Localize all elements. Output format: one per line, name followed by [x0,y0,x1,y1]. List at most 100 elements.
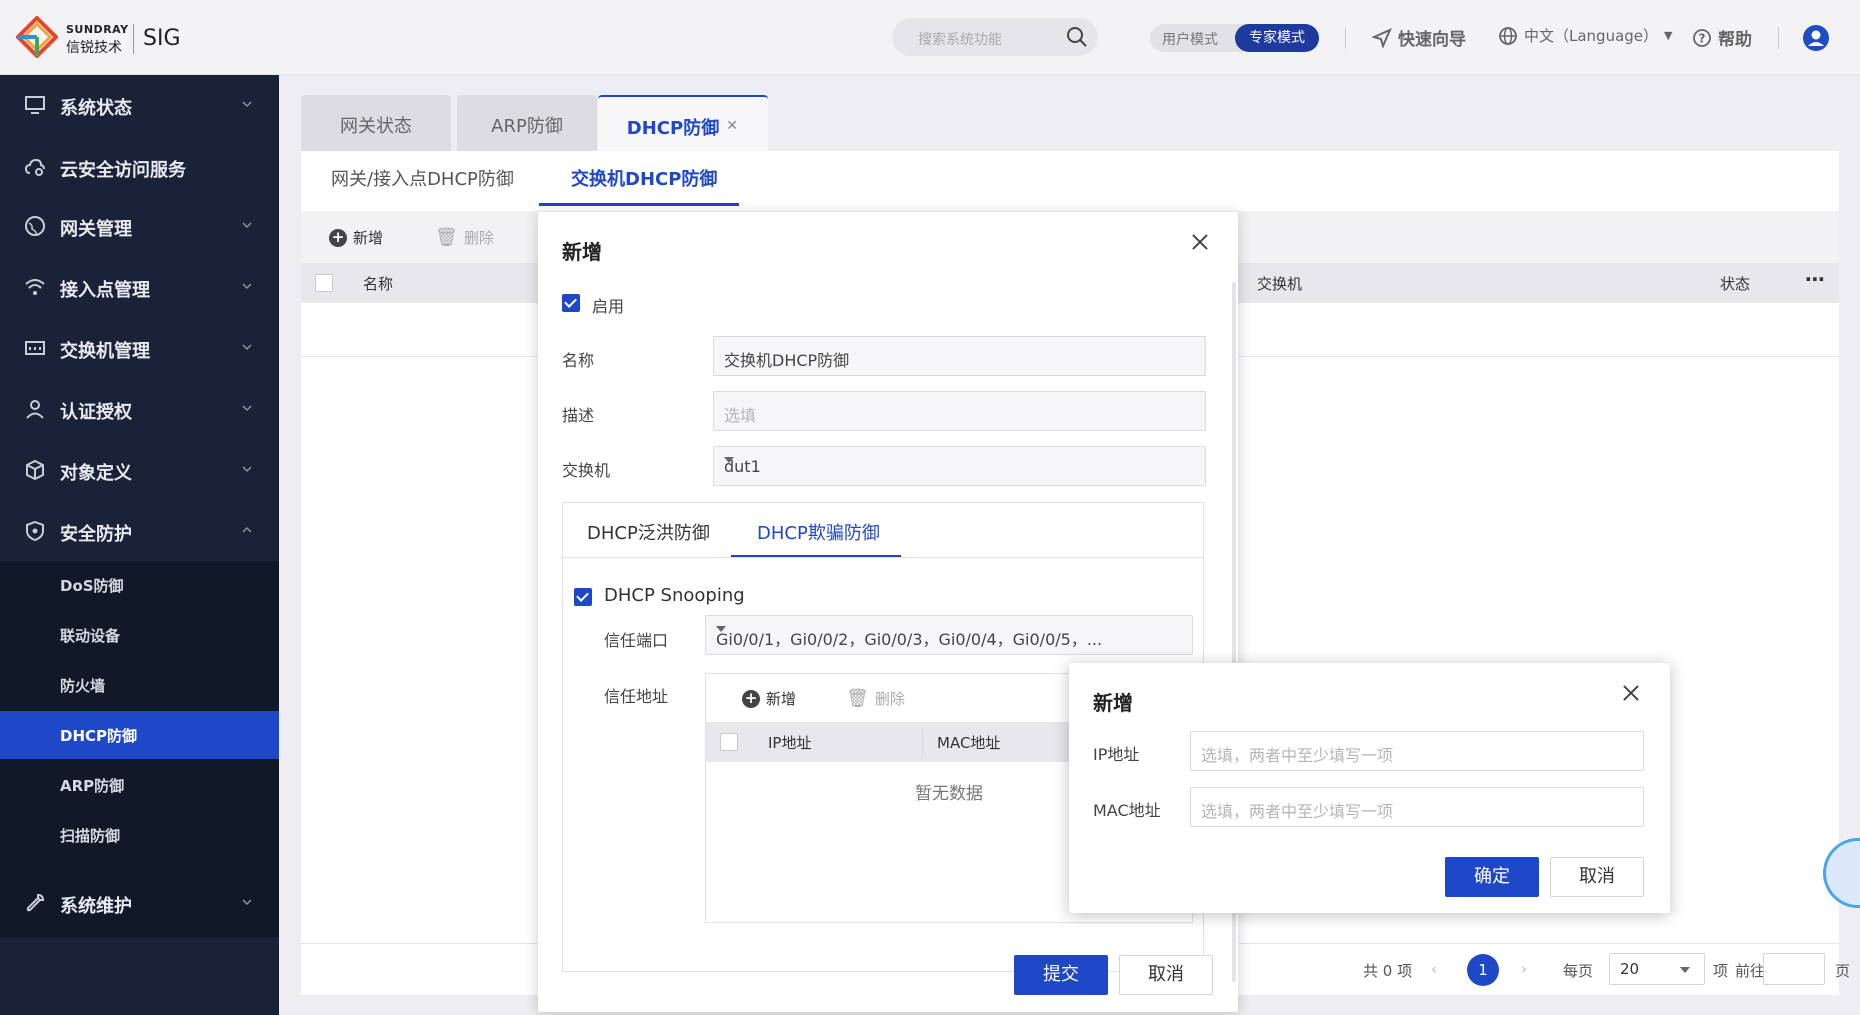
expert-mode-button[interactable]: 专家模式 [1235,24,1319,52]
select-all-checkbox[interactable] [315,274,333,292]
ip-address-input[interactable]: 选填，两者中至少填写一项 [1190,731,1644,771]
enable-label: 启用 [592,297,625,316]
sidebar-subitem-label: 防火墙 [60,677,106,695]
user-icon [26,400,44,419]
sidebar-item-security[interactable]: 安全防护 [0,506,279,556]
column-mac: MAC地址 [937,734,1001,752]
add-address-dialog: 新增 IP地址 选填，两者中至少填写一项 MAC地址 选填，两者中至少填写一项 … [1069,663,1670,913]
sidebar-subitem-firewall[interactable]: 防火墙 [0,661,279,709]
tab-dhcp-flood[interactable]: DHCP泛洪防御 [587,519,710,545]
sidebar-item-objects[interactable]: 对象定义 [0,445,279,495]
ok-button[interactable]: 确定 [1445,857,1539,897]
sidebar-item-label: 云安全访问服务 [60,160,186,181]
goto-page-input[interactable] [1763,953,1825,985]
trusted-address-label: 信任地址 [604,687,669,706]
cloud-icon [24,158,45,176]
cancel-button[interactable]: 取消 [1550,857,1644,897]
delete-button[interactable]: 🗑 删除 [435,227,494,248]
user-mode-button[interactable]: 用户模式 [1162,29,1218,49]
column-switch: 交换机 [1257,275,1303,293]
help-link[interactable]: ? 帮助 [1692,25,1752,50]
switch-select[interactable]: dut1 [713,446,1206,486]
trusted-port-value: Gi0/0/1，Gi0/0/2，Gi0/0/3，Gi0/0/4，Gi0/0/5，… [716,630,1103,649]
per-page-label: 每页 [1563,962,1594,980]
add-button[interactable]: + 新增 [329,227,383,248]
page-number-button[interactable]: 1 [1467,954,1499,986]
svg-text:?: ? [1699,31,1706,45]
close-icon[interactable] [1188,230,1212,254]
prev-page-icon[interactable]: ‹ [1431,960,1437,978]
help-label: 帮助 [1718,30,1752,50]
search-icon[interactable] [1066,26,1088,48]
caret-down-icon: ▼ [1664,29,1673,42]
delete-label: 删除 [874,690,905,708]
more-columns-icon[interactable]: ⋯ [1805,267,1825,291]
trusted-port-label: 信任端口 [604,631,669,650]
close-icon[interactable] [1619,681,1643,705]
sidebar-item-label: 交换机管理 [60,341,150,362]
user-avatar[interactable] [1803,25,1829,51]
enable-checkbox[interactable] [562,294,580,312]
sidebar-subitem-arp[interactable]: ARP防御 [0,761,279,809]
tab-gateway-status[interactable]: 网关状态 [301,95,451,151]
sidebar-item-switch[interactable]: 交换机管理 [0,323,279,373]
per-page-select[interactable]: 20 [1609,953,1705,985]
chevron-down-icon [242,405,252,412]
monitor-icon [25,96,45,114]
sidebar-subitem-scan[interactable]: 扫描防御 [0,811,279,859]
description-label: 描述 [562,406,595,425]
switch-icon [25,341,45,355]
name-input[interactable]: 交换机DHCP防御 [713,336,1206,376]
close-tab-icon[interactable]: ✕ [726,118,738,134]
trusted-port-select[interactable]: Gi0/0/1，Gi0/0/2，Gi0/0/3，Gi0/0/4，Gi0/0/5，… [705,615,1193,655]
tab-dhcp[interactable]: DHCP防御 ✕ [598,95,768,151]
description-input[interactable]: 选填 [713,391,1206,431]
language-selector[interactable]: 中文（Language） ▼ [1498,25,1673,46]
delete-address-button[interactable]: 🗑 删除 [846,688,905,709]
name-label: 名称 [562,351,595,370]
tab-arp[interactable]: ARP防御 [457,95,597,151]
mode-switch[interactable]: 用户模式 专家模式 [1150,24,1319,52]
name-value: 交换机DHCP防御 [724,351,850,370]
select-all-checkbox[interactable] [720,733,738,751]
dhcp-snooping-checkbox[interactable] [574,588,592,606]
sidebar-item-cloud-access[interactable]: 云安全访问服务 [0,142,279,192]
sidebar-subitem-linkage[interactable]: 联动设备 [0,611,279,659]
ip-label: IP地址 [1093,745,1140,764]
sidebar-subitem-dhcp[interactable]: DHCP防御 [0,711,279,759]
add-label: 新增 [353,229,384,247]
send-icon [1372,27,1392,48]
sidebar-item-auth[interactable]: 认证授权 [0,384,279,434]
plus-icon: + [329,228,347,247]
dialog-title: 新增 [1093,691,1133,715]
subtab-gateway-dhcp[interactable]: 网关/接入点DHCP防御 [331,165,514,191]
cancel-button[interactable]: 取消 [1119,955,1213,995]
page-unit: 页 [1835,962,1851,980]
sidebar-item-system-status[interactable]: 系统状态 [0,80,279,130]
subtab-switch-dhcp[interactable]: 交换机DHCP防御 [571,165,717,191]
search-box[interactable]: 搜索系统功能 [892,18,1098,56]
switch-label: 交换机 [562,461,611,480]
sidebar: 系统状态 云安全访问服务 网关管理 接入点管理 交换机管理 认证授权 对象定义 … [0,75,279,1015]
submit-button[interactable]: 提交 [1014,955,1108,995]
chevron-down-icon [242,101,252,108]
column-status: 状态 [1720,275,1751,293]
cube-icon [26,459,44,481]
globe-icon [25,216,45,236]
sidebar-item-label: 系统状态 [60,98,132,119]
protection-tabs: DHCP泛洪防御 DHCP欺骗防御 [563,503,1203,558]
sidebar-item-label: 安全防护 [60,524,132,545]
trash-icon: 🗑 [435,227,458,248]
tab-dhcp-spoof[interactable]: DHCP欺骗防御 [757,519,880,545]
wrench-icon [26,893,45,912]
sidebar-item-maintenance[interactable]: 系统维护 [0,878,279,928]
mac-address-input[interactable]: 选填，两者中至少填写一项 [1190,787,1644,827]
next-page-icon[interactable]: › [1521,960,1527,978]
sidebar-subitem-dos[interactable]: DoS防御 [0,561,279,609]
sidebar-item-access-point[interactable]: 接入点管理 [0,262,279,312]
wifi-icon [25,279,45,295]
sidebar-item-gateway[interactable]: 网关管理 [0,201,279,251]
column-name: 名称 [363,275,394,293]
add-address-button[interactable]: + 新增 [742,688,796,709]
quick-guide-link[interactable]: 快速向导 [1372,25,1466,50]
